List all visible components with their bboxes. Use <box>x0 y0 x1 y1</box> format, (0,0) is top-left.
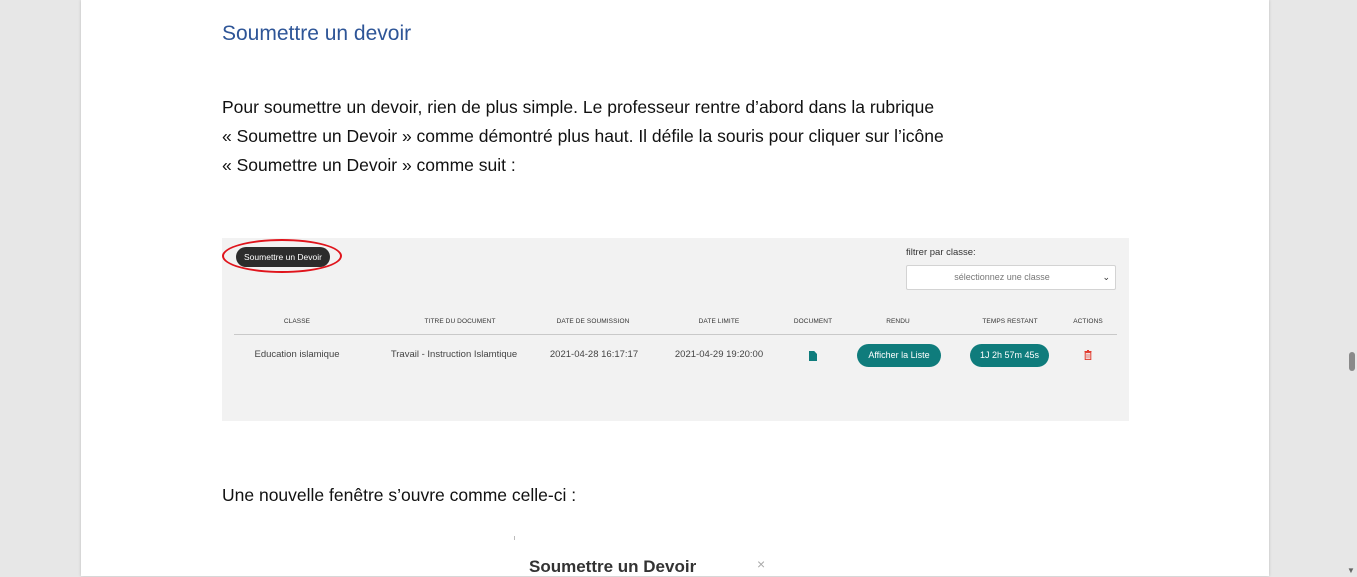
column-header: DOCUMENT <box>793 318 833 325</box>
cell-date-limite: 2021-04-29 19:20:00 <box>674 349 764 360</box>
scrollbar-thumb[interactable] <box>1349 352 1355 371</box>
paragraph-line: Pour soumettre un devoir, rien de plus s… <box>222 97 935 117</box>
filter-label: filtrer par classe: <box>906 247 976 258</box>
show-list-button[interactable]: Afficher la Liste <box>857 344 941 367</box>
paragraph-line: « Soumettre un Devoir » comme suit : <box>222 155 516 175</box>
modal-title: Soumettre un Devoir <box>529 557 697 576</box>
cell-date-soumission: 2021-04-28 16:17:17 <box>549 349 639 360</box>
column-header: RENDU <box>886 318 910 325</box>
column-header: TEMPS RESTANT <box>982 318 1038 325</box>
column-header: TITRE DU DOCUMENT <box>424 318 496 325</box>
paragraph-line: « Soumettre un Devoir » comme démontré p… <box>222 126 944 146</box>
highlight-circle <box>222 239 342 273</box>
image-corner-mark <box>514 536 515 540</box>
chevron-down-icon: ⌄ <box>1102 272 1110 282</box>
section-heading: Soumettre un devoir <box>222 22 412 45</box>
document-page: Soumettre un devoir Pour soumettre un de… <box>81 0 1269 576</box>
column-header: DATE LIMITE <box>698 318 740 325</box>
column-header: DATE DE SOUMISSION <box>556 318 630 325</box>
cell-classe: Education islamique <box>254 349 340 360</box>
class-filter-select[interactable]: sélectionnez une classe ⌄ <box>906 265 1116 290</box>
file-icon[interactable] <box>809 351 817 361</box>
embedded-screenshot-assignments: Soumettre un Devoir filtrer par classe: … <box>222 238 1129 421</box>
column-header: CLASSE <box>283 318 311 325</box>
instructions-paragraph: Pour soumettre un devoir, rien de plus s… <box>222 93 1102 180</box>
close-icon[interactable]: × <box>757 556 765 572</box>
second-paragraph: Une nouvelle fenêtre s’ouvre comme celle… <box>222 485 577 505</box>
trash-icon[interactable] <box>1084 350 1092 360</box>
select-placeholder: sélectionnez une classe <box>954 272 1050 282</box>
table-header-divider <box>234 334 1117 335</box>
cell-titre: Travail - Instruction Islamtique <box>390 349 518 360</box>
column-header: ACTIONS <box>1073 318 1103 325</box>
scroll-down-arrow-icon[interactable]: ▼ <box>1347 566 1355 575</box>
time-remaining-badge: 1J 2h 57m 45s <box>970 344 1049 367</box>
